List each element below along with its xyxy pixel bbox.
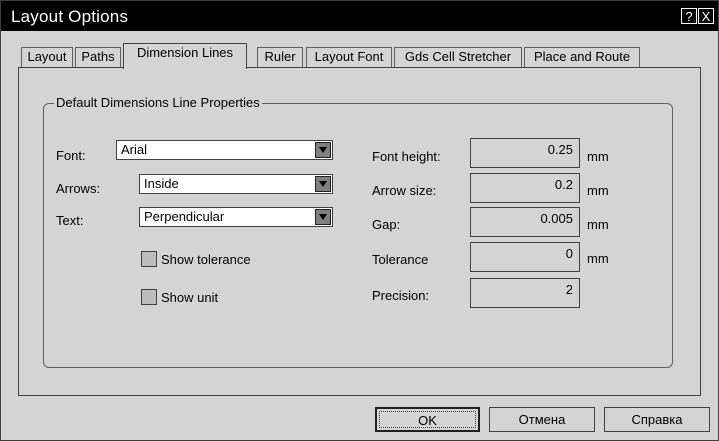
arrows-label: Arrows: [56,181,101,196]
help-button[interactable]: Справка [604,407,710,432]
close-icon[interactable]: X [698,8,714,24]
ok-button-label: OK [418,413,437,428]
text-select[interactable]: Perpendicular [139,207,333,227]
cancel-button[interactable]: Отмена [489,407,595,432]
precision-value: 2 [565,282,573,297]
font-label: Font: [56,148,86,163]
tab-ruler[interactable]: Ruler [257,47,303,67]
show-unit-checkbox[interactable] [141,289,157,305]
show-unit-label: Show unit [161,290,219,305]
tolerance-value: 0 [565,246,573,261]
tab-dimension-lines[interactable]: Dimension Lines [123,43,247,69]
tab-gds-cell-stretcher[interactable]: Gds Cell Stretcher [394,47,522,67]
ok-button[interactable]: OK [375,407,480,432]
text-label: Text: [56,213,84,228]
gap-unit: mm [587,217,609,232]
font-height-label: Font height: [372,149,441,164]
title-bar: Layout Options ? X [1,1,718,31]
help-icon[interactable]: ? [681,8,697,24]
tolerance-unit: mm [587,251,609,266]
font-height-value: 0.25 [547,142,573,157]
gap-field[interactable]: 0.005 [470,207,580,237]
tolerance-label: Tolerance [372,252,429,267]
show-tolerance-checkbox[interactable] [141,251,157,267]
font-height-unit: mm [587,149,609,164]
precision-field[interactable]: 2 [470,278,580,308]
arrow-size-field[interactable]: 0.2 [470,173,580,203]
tab-place-and-route[interactable]: Place and Route [524,47,640,67]
tab-layout-font[interactable]: Layout Font [306,47,392,67]
precision-label: Precision: [372,288,430,303]
gap-label: Gap: [372,217,401,232]
tab-layout[interactable]: Layout [21,47,73,67]
chevron-down-icon[interactable] [315,142,331,158]
font-height-field[interactable]: 0.25 [470,138,580,168]
arrows-select[interactable]: Inside [139,174,333,194]
text-select-value: Perpendicular [144,209,225,224]
dimension-lines-panel: Default Dimensions Line Properties Font:… [18,67,701,396]
layout-options-dialog: Layout Options ? X Layout Paths Dimensio… [0,0,719,441]
chevron-down-icon[interactable] [315,209,331,225]
gap-value: 0.005 [540,211,573,226]
show-tolerance-label: Show tolerance [161,252,251,267]
font-select-value: Arial [121,142,148,157]
arrow-size-label: Arrow size: [372,183,437,198]
chevron-down-icon[interactable] [315,176,331,192]
arrow-size-value: 0.2 [554,177,573,192]
font-select[interactable]: Arial [116,140,333,160]
tab-paths[interactable]: Paths [75,47,121,67]
arrows-select-value: Inside [144,176,179,191]
tolerance-field[interactable]: 0 [470,242,580,272]
group-title: Default Dimensions Line Properties [54,95,262,110]
arrow-size-unit: mm [587,183,609,198]
window-title: Layout Options [11,7,129,26]
